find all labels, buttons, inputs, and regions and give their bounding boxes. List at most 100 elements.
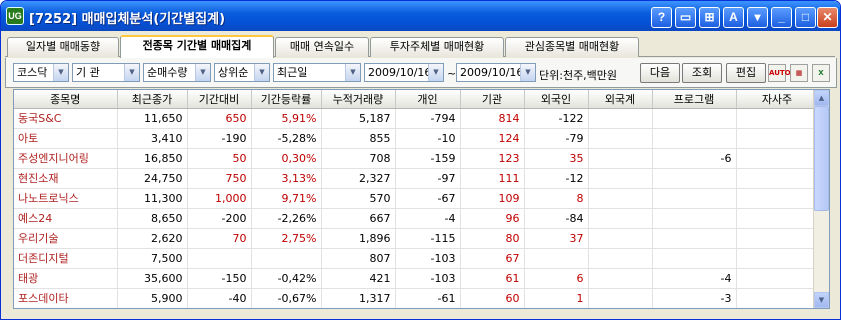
market-select[interactable]: 코스닥 ▼ xyxy=(13,63,69,82)
table-cell: -84 xyxy=(524,208,589,229)
stock-name-cell: 더존디지털 xyxy=(14,248,118,269)
date-to-picker[interactable]: 2009/10/16 ▼ xyxy=(456,63,536,82)
window-title: [7252] 매매입체분석(기간별집계) xyxy=(29,12,226,27)
table-cell: 421 xyxy=(321,268,396,289)
table-row[interactable]: 아토 3,410 -190 -5,28% 855 -10 124 -79 xyxy=(14,128,819,149)
table-cell xyxy=(588,188,653,209)
font-button[interactable]: A xyxy=(723,7,744,28)
investor-select[interactable]: 기 관 ▼ xyxy=(72,63,140,82)
table-row[interactable]: 태광 35,600 -150 -0,42% 421 -103 61 6 -4 xyxy=(14,268,819,289)
layout-button[interactable]: ⊞ xyxy=(699,7,720,28)
column-header[interactable]: 외국계 xyxy=(588,90,653,109)
table-cell: 814 xyxy=(460,108,525,129)
edit-button[interactable]: 편집 xyxy=(726,63,766,83)
column-header[interactable]: 프로그램 xyxy=(652,90,737,109)
close-button[interactable]: ✕ xyxy=(817,7,838,28)
table-cell: 35,600 xyxy=(117,268,188,289)
table-row[interactable]: 나노트로닉스 11,300 1,000 9,71% 570 -67 109 8 xyxy=(14,188,819,209)
excel-icon[interactable]: X xyxy=(812,64,830,82)
column-header[interactable]: 자사주 xyxy=(736,90,819,109)
table-cell: 50 xyxy=(187,148,252,169)
minimize-icon: _ xyxy=(778,10,785,24)
table-row[interactable]: 더존디지털 7,500 807 -103 67 xyxy=(14,248,819,269)
table-cell: -794 xyxy=(395,108,461,129)
table-cell: 7,500 xyxy=(117,248,188,269)
tab-watchlist-status[interactable]: 관심종목별 매매현황 xyxy=(505,37,639,57)
table-cell: 8,650 xyxy=(117,208,188,229)
auto-icon[interactable]: AUTO xyxy=(768,64,791,82)
scroll-thumb[interactable] xyxy=(814,106,829,211)
unit-label: 단위:천주,백만원 xyxy=(539,69,618,82)
table-cell: 109 xyxy=(460,188,525,209)
chevron-down-icon: ▼ xyxy=(345,64,360,81)
table-row[interactable]: 우리기술 2,620 70 2,75% 1,896 -115 80 37 xyxy=(14,228,819,249)
table-cell: 2,327 xyxy=(321,168,396,189)
table-cell: 1,896 xyxy=(321,228,396,249)
app-icon: UG xyxy=(6,7,24,25)
table-cell: -159 xyxy=(395,148,461,169)
table-cell xyxy=(652,188,737,209)
table-cell: 667 xyxy=(321,208,396,229)
table-cell: -5,28% xyxy=(251,128,322,149)
grid-settings-icon[interactable]: ▦ xyxy=(790,64,808,82)
date-to-value: 2009/10/16 xyxy=(460,66,524,79)
market-value: 코스닥 xyxy=(17,66,48,79)
title-bar[interactable]: UG [7252] 매매입체분석(기간별집계) ? ▭ ⊞ A ▾ _ □ ✕ xyxy=(1,1,840,31)
window-list-button[interactable]: ▭ xyxy=(675,7,696,28)
menu-button[interactable]: ▾ xyxy=(747,7,768,28)
help-button[interactable]: ? xyxy=(651,7,672,28)
period-select[interactable]: 최근일 ▼ xyxy=(273,63,361,82)
column-header[interactable]: 최근종가 xyxy=(117,90,188,109)
table-cell xyxy=(652,208,737,229)
main-window: UG [7252] 매매입체분석(기간별집계) ? ▭ ⊞ A ▾ _ □ ✕ … xyxy=(0,0,841,320)
table-row[interactable]: 동국S&C 11,650 650 5,91% 5,187 -794 814 -122 xyxy=(14,108,819,129)
vertical-scrollbar[interactable]: ▲ ▼ xyxy=(813,90,829,308)
table-cell: 5,91% xyxy=(251,108,322,129)
table-cell xyxy=(588,128,653,149)
scroll-down-icon[interactable]: ▼ xyxy=(814,292,829,308)
column-header[interactable]: 종목명 xyxy=(14,90,118,109)
table-row[interactable]: 포스데이타 5,900 -40 -0,67% 1,317 -61 60 1 -3 xyxy=(14,288,819,308)
table-cell xyxy=(736,148,819,169)
stock-grid: 종목명 최근종가 기간대비 기간등락률 누적거래량 개인 기관 외국인 외국계 프로그램 자사주 동… xyxy=(14,90,819,308)
table-cell: -6 xyxy=(652,148,737,169)
table-row[interactable]: 예스24 8,650 -200 -2,26% 667 -4 96 -84 xyxy=(14,208,819,229)
table-row[interactable]: 주성엔지니어링 16,850 50 0,30% 708 -159 123 35 -6 xyxy=(14,148,819,169)
table-cell xyxy=(736,228,819,249)
table-cell xyxy=(588,268,653,289)
table-cell: 123 xyxy=(460,148,525,169)
next-button[interactable]: 다음 xyxy=(640,63,680,83)
maximize-button[interactable]: □ xyxy=(795,7,816,28)
column-header[interactable]: 누적거래량 xyxy=(321,90,396,109)
query-button[interactable]: 조회 xyxy=(682,63,722,83)
table-cell xyxy=(736,268,819,289)
table-row[interactable]: 현진소재 24,750 750 3,13% 2,327 -97 111 -12 xyxy=(14,168,819,189)
table-cell: -115 xyxy=(395,228,461,249)
tab-investor-status[interactable]: 투자주체별 매매현황 xyxy=(370,37,504,57)
close-icon: ✕ xyxy=(822,10,833,24)
sort-by-select[interactable]: 순매수량 ▼ xyxy=(143,63,211,82)
table-cell xyxy=(588,228,653,249)
column-header[interactable]: 외국인 xyxy=(524,90,589,109)
table-cell xyxy=(588,168,653,189)
order-select[interactable]: 상위순 ▼ xyxy=(214,63,270,82)
column-header[interactable]: 기관 xyxy=(460,90,525,109)
stock-name-cell: 주성엔지니어링 xyxy=(14,148,118,169)
tab-period-aggregate[interactable]: 전종목 기간별 매매집계 xyxy=(120,35,274,58)
stock-name-cell: 나노트로닉스 xyxy=(14,188,118,209)
column-header[interactable]: 기간등락률 xyxy=(251,90,322,109)
tab-daily-trend[interactable]: 일자별 매매동향 xyxy=(7,37,119,57)
table-cell: -0,42% xyxy=(251,268,322,289)
column-header[interactable]: 기간대비 xyxy=(187,90,252,109)
tab-consecutive-days[interactable]: 매매 연속일수 xyxy=(275,37,369,57)
filter-toolbar: 코스닥 ▼ 기 관 ▼ 순매수량 ▼ 상위순 ▼ 최근일 ▼ 2009/10/16 ▼ ~ … xyxy=(5,58,837,88)
table-cell: 60 xyxy=(460,288,525,308)
scroll-up-icon[interactable]: ▲ xyxy=(814,90,829,106)
minimize-button[interactable]: _ xyxy=(771,7,792,28)
table-cell xyxy=(736,248,819,269)
date-from-picker[interactable]: 2009/10/16 ▼ xyxy=(364,63,444,82)
column-header[interactable]: 개인 xyxy=(395,90,461,109)
stock-table[interactable]: 종목명 최근종가 기간대비 기간등락률 누적거래량 개인 기관 외국인 외국계 프로그램 자사주 동… xyxy=(13,89,830,309)
table-cell xyxy=(588,248,653,269)
table-cell: 807 xyxy=(321,248,396,269)
